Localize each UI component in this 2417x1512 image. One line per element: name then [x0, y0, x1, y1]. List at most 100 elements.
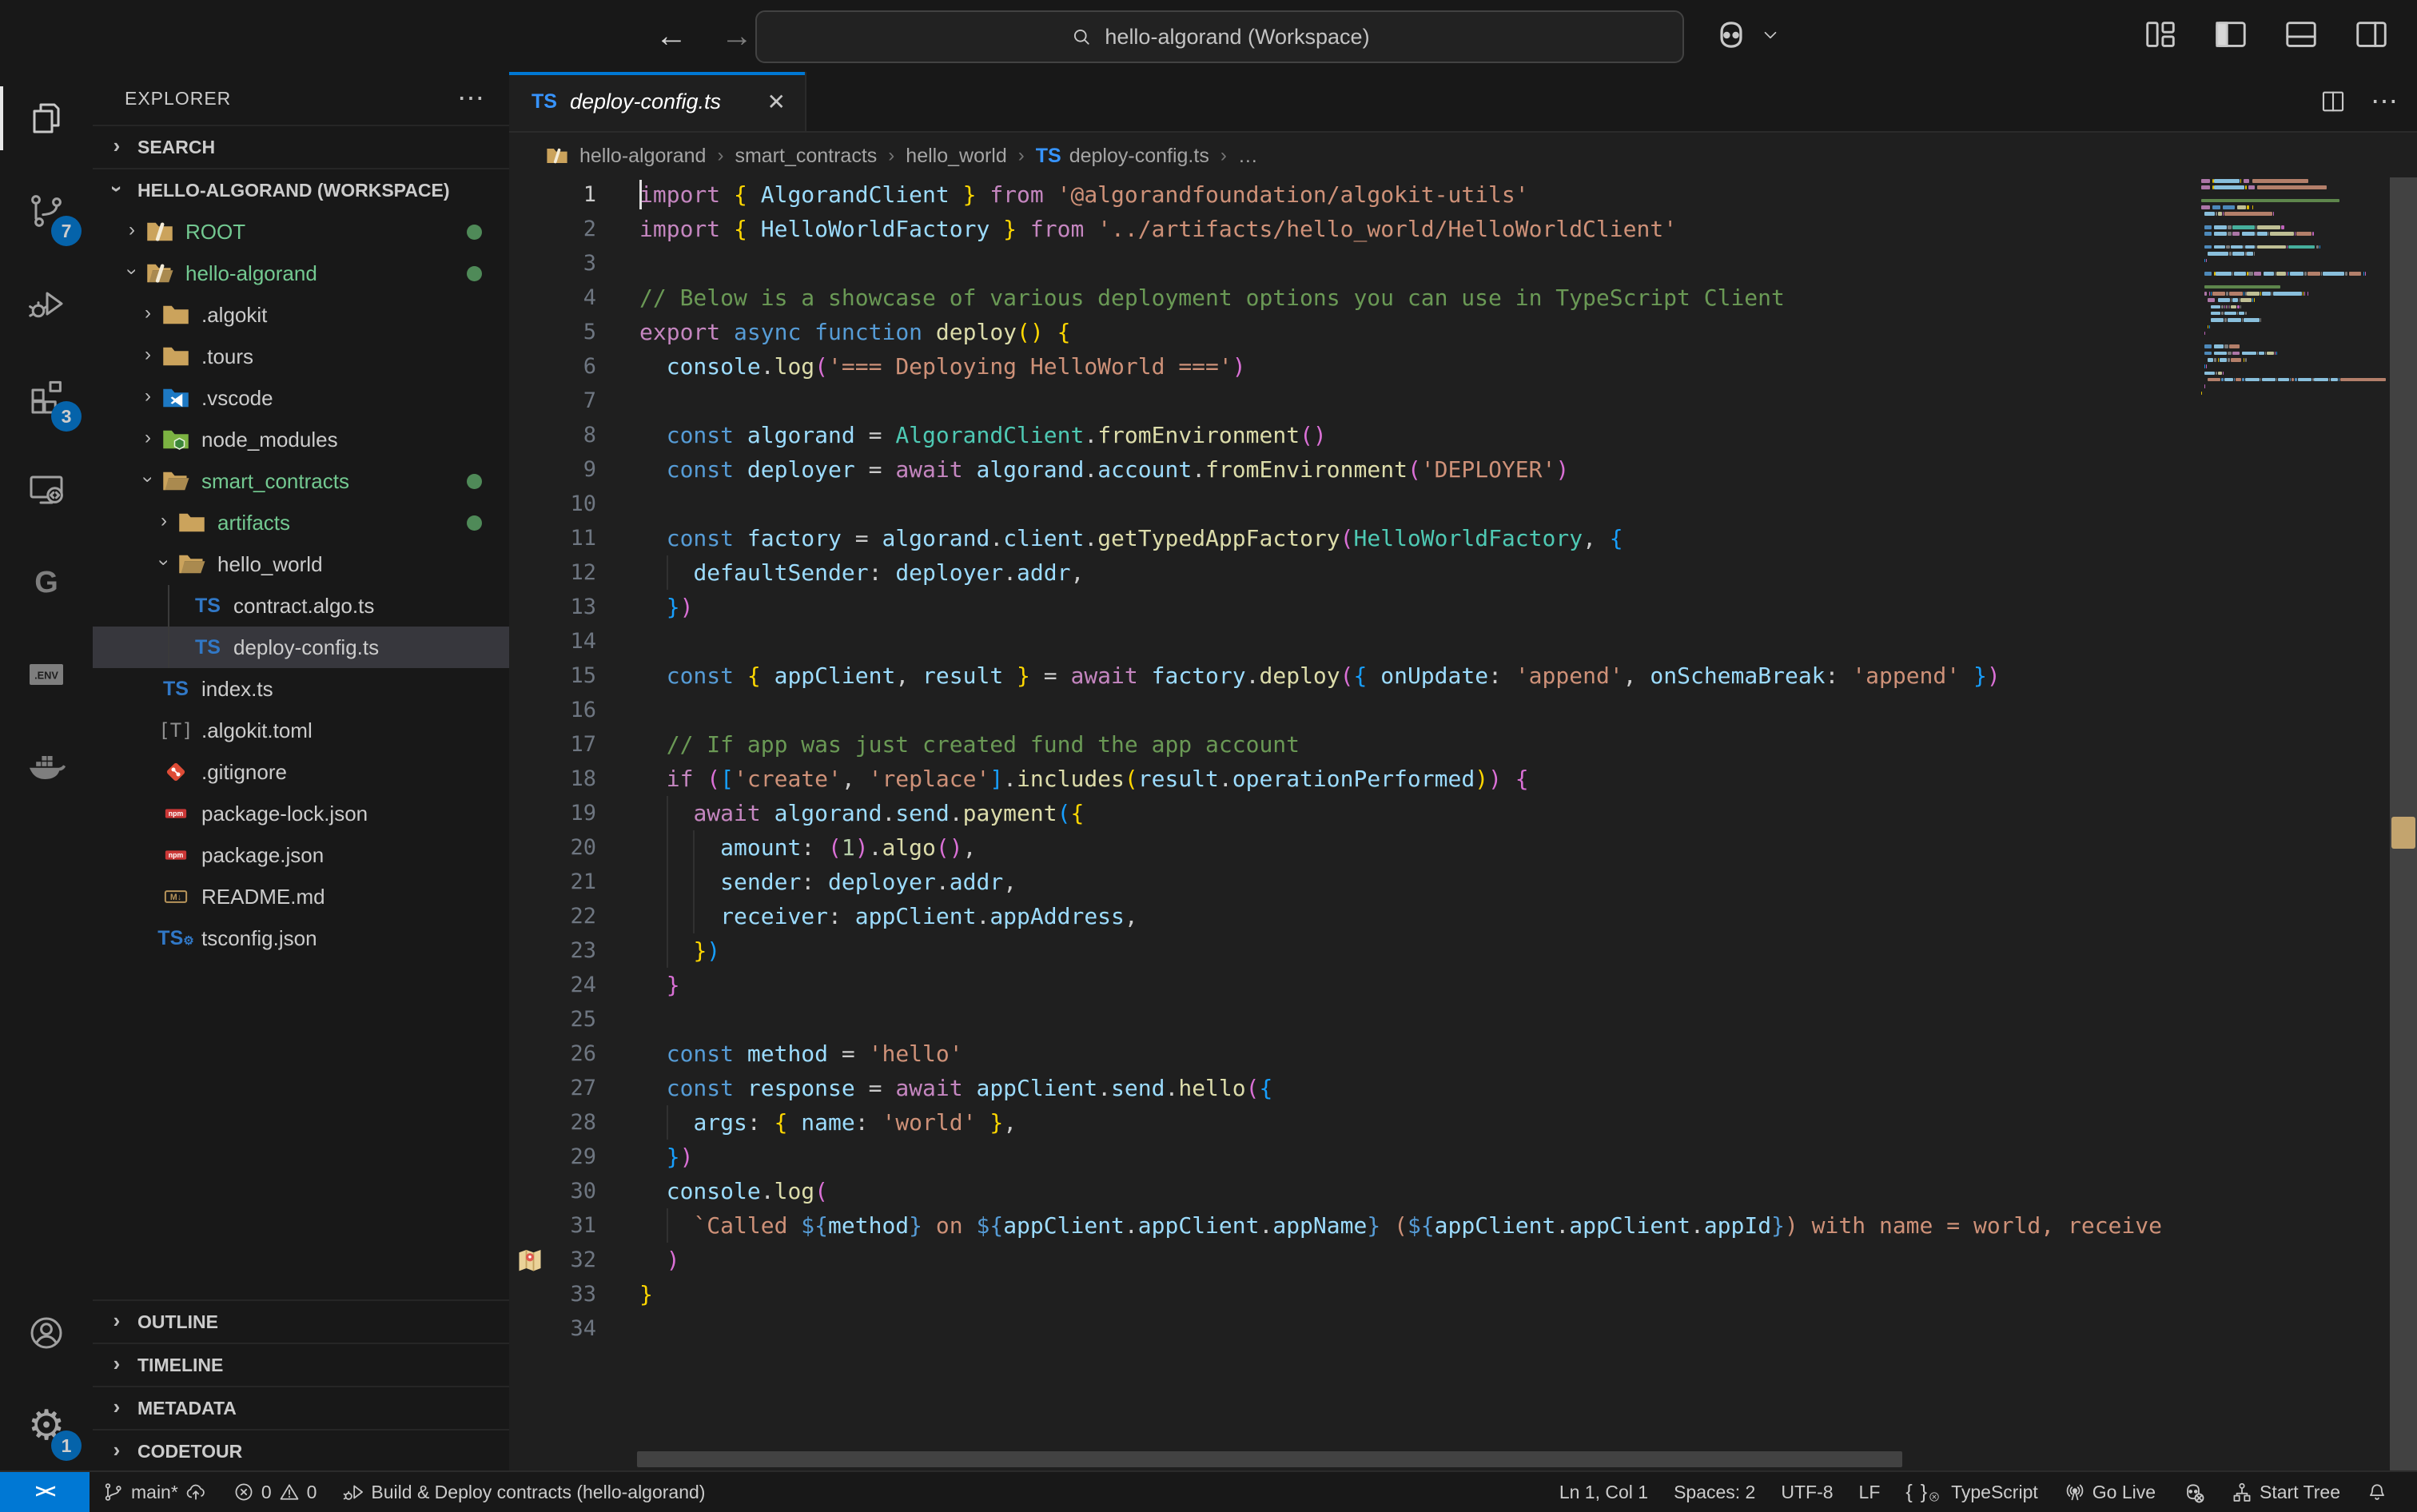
tree-item-artifacts[interactable]: ›artifacts [93, 502, 509, 543]
status-main[interactable]: main* [90, 1481, 220, 1503]
status-copilot-disabled-icon[interactable] [2168, 1480, 2218, 1504]
code-line-9[interactable]: 9 const deployer = await algorand.accoun… [509, 452, 2198, 487]
activity-run-debug-icon[interactable] [0, 257, 93, 350]
code-line-3[interactable]: 3 [509, 246, 2198, 281]
status-go-live[interactable]: Go Live [2051, 1481, 2168, 1503]
command-center-search[interactable]: hello-algorand (Workspace) [755, 10, 1684, 63]
status-utf-8[interactable]: UTF-8 [1768, 1482, 1846, 1503]
code-line-2[interactable]: 2import { HelloWorldFactory } from '../a… [509, 212, 2198, 246]
code-line-30[interactable]: 30 console.log( [509, 1174, 2198, 1208]
code-line-23[interactable]: 23 }) [509, 933, 2198, 968]
code-line-24[interactable]: 24 } [509, 968, 2198, 1002]
tree-item-ROOT[interactable]: ›ROOT [93, 211, 509, 253]
tab-close-icon[interactable]: ✕ [767, 89, 786, 115]
activity-docker-icon[interactable] [0, 721, 93, 814]
status-ln-1-col-1[interactable]: Ln 1, Col 1 [1547, 1482, 1661, 1503]
activity-extensions-icon[interactable]: 3 [0, 350, 93, 443]
code-line-33[interactable]: 33} [509, 1277, 2198, 1311]
code-line-17[interactable]: 17 // If app was just created fund the a… [509, 727, 2198, 762]
tree-item-package.json[interactable]: npmpackage.json [93, 834, 509, 876]
tree-item-node_modules[interactable]: ›node_modules [93, 419, 509, 460]
tree-item-tsconfig.json[interactable]: TS⚙tsconfig.json [93, 917, 509, 959]
horizontal-scrollbar[interactable] [637, 1451, 1902, 1467]
activity-explorer-icon[interactable] [0, 72, 93, 165]
code-line-5[interactable]: 5export async function deploy() { [509, 315, 2198, 349]
breadcrumb-item-deploy-config.ts[interactable]: TSdeploy-config.ts [1036, 145, 1209, 168]
code-line-25[interactable]: 25 [509, 1002, 2198, 1037]
more-actions-icon[interactable]: ⋯ [2371, 86, 2398, 117]
tab-deploy-config[interactable]: TS deploy-config.ts ✕ [509, 72, 806, 131]
vertical-scrollbar[interactable] [2390, 177, 2417, 1472]
status-bell-icon[interactable] [2353, 1481, 2401, 1503]
section-metadata[interactable]: ›METADATA [93, 1386, 509, 1429]
code-line-16[interactable]: 16 [509, 693, 2198, 727]
tree-item-.vscode[interactable]: ›.vscode [93, 377, 509, 419]
toggle-secondary-sidebar-icon[interactable] [2348, 11, 2395, 58]
explorer-more-actions[interactable]: ⋯ [457, 82, 485, 114]
code-line-7[interactable]: 7 [509, 384, 2198, 418]
breadcrumb-item-hello_world[interactable]: hello_world [906, 145, 1006, 168]
section-codetour[interactable]: ›CODETOUR [93, 1429, 509, 1472]
tree-item-hello-algorand[interactable]: ›hello-algorand [93, 253, 509, 294]
activity-remote-explorer-icon[interactable] [0, 443, 93, 535]
code-line-26[interactable]: 26 const method = 'hello' [509, 1037, 2198, 1071]
nav-back-icon[interactable]: ← [655, 18, 687, 54]
code-line-27[interactable]: 27 const response = await appClient.send… [509, 1071, 2198, 1105]
toggle-primary-sidebar-icon[interactable] [2208, 11, 2254, 58]
copilot-menu[interactable] [1710, 14, 1781, 56]
code-line-8[interactable]: 8 const algorand = AlgorandClient.fromEn… [509, 418, 2198, 452]
customize-layout-icon[interactable] [2137, 11, 2184, 58]
code-line-4[interactable]: 4// Below is a showcase of various deplo… [509, 281, 2198, 315]
split-editor-icon[interactable] [2319, 88, 2347, 115]
codetour-map-icon[interactable] [516, 1246, 544, 1275]
activity-settings-gear-icon[interactable]: ⚙1 [0, 1379, 93, 1472]
breadcrumb-item-hello-algorand[interactable]: hello-algorand [543, 144, 706, 168]
toggle-panel-icon[interactable] [2278, 11, 2324, 58]
code-line-32[interactable]: 32 ) [509, 1243, 2198, 1277]
section-outline[interactable]: ›OUTLINE [93, 1299, 509, 1343]
tree-item-.tours[interactable]: ›.tours [93, 336, 509, 377]
section-workspace[interactable]: › HELLO-ALGORAND (WORKSPACE) [93, 168, 509, 211]
code-line-29[interactable]: 29 }) [509, 1140, 2198, 1174]
code-line-31[interactable]: 31 `Called ${method} on ${appClient.appC… [509, 1208, 2198, 1243]
code-line-12[interactable]: 12 defaultSender: deployer.addr, [509, 555, 2198, 590]
status-start-tree[interactable]: Start Tree [2218, 1481, 2353, 1503]
code-line-19[interactable]: 19 await algorand.send.payment({ [509, 796, 2198, 830]
breadcrumb-item-symbols[interactable]: … [1238, 145, 1258, 168]
minimap[interactable] [2198, 177, 2390, 1472]
tree-item-index.ts[interactable]: TSindex.ts [93, 668, 509, 710]
activity-dotenv-icon[interactable]: .ENV [0, 628, 93, 721]
code-line-11[interactable]: 11 const factory = algorand.client.getTy… [509, 521, 2198, 555]
tree-item-deploy-config.ts[interactable]: TSdeploy-config.ts [93, 627, 509, 668]
code-line-1[interactable]: 1import { AlgorandClient } from '@algora… [509, 177, 2198, 212]
status-spaces-2[interactable]: Spaces: 2 [1661, 1482, 1768, 1503]
activity-source-control-icon[interactable]: 7 [0, 165, 93, 257]
tree-item-smart_contracts[interactable]: ›smart_contracts [93, 460, 509, 502]
code-line-13[interactable]: 13 }) [509, 590, 2198, 624]
tree-item-package-lock.json[interactable]: npmpackage-lock.json [93, 793, 509, 834]
section-timeline[interactable]: ›TIMELINE [93, 1343, 509, 1386]
status-build[interactable]: Build & Deploy contracts (hello-algorand… [329, 1481, 718, 1503]
code-line-28[interactable]: 28 args: { name: 'world' }, [509, 1105, 2198, 1140]
remote-indicator[interactable]: >< [0, 1472, 90, 1512]
code-editor[interactable]: 1import { AlgorandClient } from '@algora… [509, 177, 2198, 1472]
code-line-15[interactable]: 15 const { appClient, result } = await f… [509, 659, 2198, 693]
breadcrumb-item-smart_contracts[interactable]: smart_contracts [735, 145, 877, 168]
tree-item-.gitignore[interactable]: .gitignore [93, 751, 509, 793]
tree-item-contract.algo.ts[interactable]: TScontract.algo.ts [93, 585, 509, 627]
code-line-21[interactable]: 21 sender: deployer.addr, [509, 865, 2198, 899]
section-search[interactable]: › SEARCH [93, 125, 509, 168]
code-line-34[interactable]: 34 [509, 1311, 2198, 1346]
activity-accounts-icon[interactable] [0, 1287, 93, 1379]
status-lf[interactable]: LF [1846, 1482, 1893, 1503]
code-line-20[interactable]: 20 amount: (1).algo(), [509, 830, 2198, 865]
status-item[interactable]: 00 [220, 1481, 330, 1503]
status-typescript[interactable]: {}TypeScript [1893, 1481, 2050, 1504]
tree-item-.algokit[interactable]: ›.algokit [93, 294, 509, 336]
tree-item-.algokit.toml[interactable]: [T].algokit.toml [93, 710, 509, 751]
activity-gitlens-icon[interactable]: G [0, 535, 93, 628]
code-line-22[interactable]: 22 receiver: appClient.appAddress, [509, 899, 2198, 933]
code-line-10[interactable]: 10 [509, 487, 2198, 521]
nav-forward-icon[interactable]: → [721, 18, 753, 54]
tree-item-hello_world[interactable]: ›hello_world [93, 543, 509, 585]
